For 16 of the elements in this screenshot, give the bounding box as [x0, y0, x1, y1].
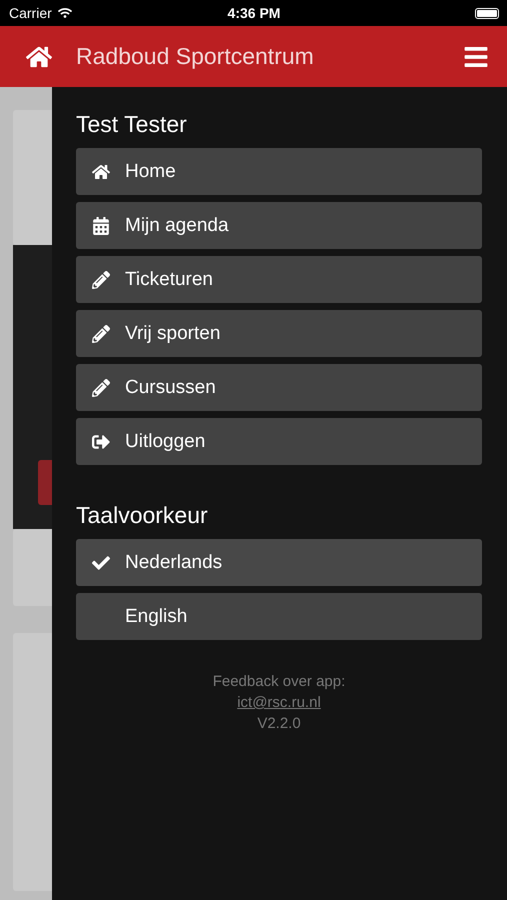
menu-item[interactable]: Uitloggen	[76, 418, 482, 465]
status-time: 4:36 PM	[228, 5, 280, 21]
menu-item[interactable]: Mijn agenda	[76, 202, 482, 249]
menu-item[interactable]: Home	[76, 148, 482, 195]
menu-item[interactable]: Vrij sporten	[76, 310, 482, 357]
app-title: Radboud Sportcentrum	[76, 43, 315, 70]
menu-item[interactable]: Ticketuren	[76, 256, 482, 303]
menu-item[interactable]: Cursussen	[76, 364, 482, 411]
email-link[interactable]: ict@rsc.ru.nl	[237, 692, 321, 713]
carrier-label: Carrier	[9, 5, 52, 21]
user-name: Test Tester	[76, 111, 187, 138]
language-option[interactable]: Nederlands	[76, 539, 482, 586]
version-label: V2.2.0	[257, 714, 301, 734]
feedback-label: Feedback over app:	[212, 672, 346, 692]
language-option[interactable]: English	[76, 593, 482, 640]
language-title: Taalvoorkeur	[76, 502, 208, 529]
